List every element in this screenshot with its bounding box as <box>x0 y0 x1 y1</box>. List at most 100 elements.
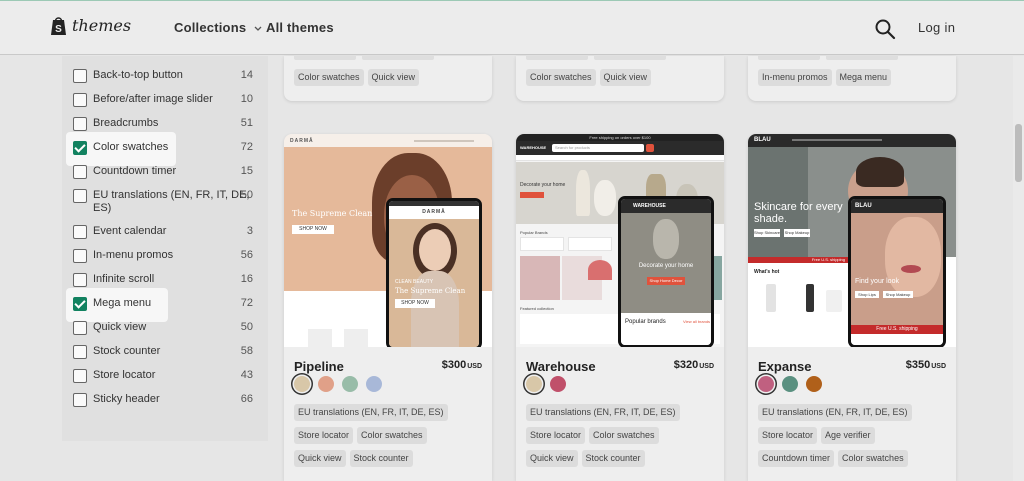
theme-price: $350USD <box>906 359 946 371</box>
product-jar <box>826 290 842 312</box>
mobile-hero: Decorate your home Shop Home Decor <box>621 213 711 313</box>
color-swatch[interactable] <box>366 376 382 392</box>
theme-price: $300USD <box>442 359 482 371</box>
filter-count: 72 <box>240 297 253 309</box>
checkbox[interactable] <box>73 69 87 83</box>
theme-name[interactable]: Pipeline <box>294 359 344 374</box>
filter-count: 66 <box>240 393 253 405</box>
filter-option[interactable]: Back-to-top button 14 <box>62 66 268 88</box>
checkbox[interactable] <box>73 345 87 359</box>
feature-tag: Age verifier <box>821 427 875 444</box>
theme-name[interactable]: Warehouse <box>526 359 596 374</box>
shopify-bag-icon: S <box>51 17 66 35</box>
checkbox[interactable] <box>73 93 87 107</box>
mobile-preview: WAREHOUSE Decorate your home Shop Home D… <box>618 196 714 347</box>
filter-option[interactable]: Before/after image slider 10 <box>62 90 268 112</box>
feature-tag: EU translations (EN, FR, IT, DE, ES) <box>526 404 680 421</box>
chevron-down-icon <box>254 26 262 31</box>
logo-text: themes <box>72 16 132 35</box>
preview-button-2: Shop Makeup <box>784 229 810 237</box>
theme-card-expanse[interactable]: BLAU Skincare for every shade. Shop Skin… <box>748 134 956 481</box>
theme-card-partial[interactable]: Color swatches Quick view <box>516 56 724 101</box>
feature-filter-sidebar: Back-to-top button 14 Before/after image s… <box>62 56 268 441</box>
page-scrollbar[interactable] <box>1013 56 1024 481</box>
filter-option[interactable]: Sticky header 66 <box>62 390 268 412</box>
mobile-brand: DARMĀ <box>422 209 446 215</box>
filter-option[interactable]: In-menu promos 56 <box>62 246 268 268</box>
color-swatch[interactable] <box>806 376 822 392</box>
mobile-hero: Find your look Shop Lips Shop Makeup <box>851 213 943 325</box>
svg-text:S: S <box>55 24 62 35</box>
color-swatch[interactable] <box>318 376 334 392</box>
preview-brand: DARMĀ <box>290 138 314 144</box>
nav-all-themes[interactable]: All themes <box>266 20 334 35</box>
preview-nav <box>414 140 474 142</box>
checkbox[interactable] <box>73 117 87 131</box>
checkbox[interactable] <box>73 189 87 203</box>
filter-option[interactable]: Store locator 43 <box>62 366 268 388</box>
theme-card-pipeline[interactable]: DARMĀ The Supreme Clean SHOP NOW DARMĀ C… <box>284 134 492 481</box>
tag-list: Quick view Stock counter <box>526 448 649 467</box>
hero-vase <box>576 170 590 216</box>
promo-tile <box>520 256 560 300</box>
checkbox[interactable] <box>73 225 87 239</box>
color-swatch[interactable] <box>526 376 542 392</box>
search-icon[interactable] <box>874 18 896 40</box>
theme-preview-image[interactable]: DARMĀ The Supreme Clean SHOP NOW DARMĀ C… <box>284 134 492 347</box>
color-swatch[interactable] <box>294 376 310 392</box>
checkbox-checked[interactable] <box>73 297 87 311</box>
filter-count: 50 <box>240 321 253 333</box>
color-swatch[interactable] <box>758 376 774 392</box>
nav-collections[interactable]: Collections <box>174 20 262 35</box>
theme-card-partial[interactable]: Color swatches Quick view <box>284 56 492 101</box>
checkbox[interactable] <box>73 369 87 383</box>
filter-count: 50 <box>240 189 253 201</box>
mobile-preview: DARMĀ CLEAN BEAUTY The Supreme Clean SHO… <box>386 198 482 347</box>
tag-list: EU translations (EN, FR, IT, DE, ES) <box>526 402 684 421</box>
checkbox[interactable] <box>73 165 87 179</box>
theme-card-warehouse[interactable]: Free shipping on orders over $100 WAREHO… <box>516 134 724 481</box>
filter-option[interactable]: Stock counter 58 <box>62 342 268 364</box>
preview-search: Search for products <box>552 144 644 152</box>
checkbox[interactable] <box>73 273 87 287</box>
mobile-model-face <box>419 229 451 271</box>
filter-option[interactable]: EU translations (EN, FR, IT, DE, ES) 50 <box>62 186 268 214</box>
filter-option[interactable]: Countdown timer 15 <box>62 162 268 184</box>
theme-card-partial[interactable]: In-menu promos Mega menu <box>748 56 956 101</box>
mobile-model-face <box>885 217 941 297</box>
feature-tag: EU translations (EN, FR, IT, DE, ES) <box>294 404 448 421</box>
filter-label: Store locator <box>93 369 156 381</box>
mobile-brand: BLAU <box>855 203 872 209</box>
filter-label: Stock counter <box>93 345 161 357</box>
theme-name[interactable]: Expanse <box>758 359 811 374</box>
tag-ghost <box>526 56 588 60</box>
checkbox[interactable] <box>73 321 87 335</box>
checkbox[interactable] <box>73 393 87 407</box>
feature-tag: Quick view <box>526 450 578 467</box>
mobile-status <box>389 201 479 206</box>
color-swatch[interactable] <box>782 376 798 392</box>
tag-list: Store locator Color swatches <box>526 425 663 444</box>
color-swatch[interactable] <box>342 376 358 392</box>
themes-logo[interactable]: S themes <box>50 15 131 36</box>
preview-section-title: Featured collection <box>520 306 554 311</box>
price-amount: $350 <box>905 359 931 371</box>
filter-option[interactable]: Event calendar 3 <box>62 222 268 244</box>
theme-preview-image[interactable]: BLAU Skincare for every shade. Shop Skin… <box>748 134 956 347</box>
filter-option[interactable]: Mega menu 72 <box>62 288 268 322</box>
feature-tag: Store locator <box>294 427 354 444</box>
tag-list: Countdown timer Color swatches <box>758 448 912 467</box>
filter-option[interactable]: Color swatches 72 <box>62 132 268 166</box>
login-link[interactable]: Log in <box>918 20 955 35</box>
color-swatch[interactable] <box>550 376 566 392</box>
checkbox[interactable] <box>73 249 87 263</box>
theme-preview-image[interactable]: Free shipping on orders over $100 WAREHO… <box>516 134 724 347</box>
filter-label: Quick view <box>93 321 147 333</box>
filter-label: Back-to-top button <box>93 69 183 81</box>
filter-option[interactable]: Quick view 50 <box>62 318 268 340</box>
tag-list: In-menu promos Mega menu <box>758 67 895 86</box>
tag-list: Store locator Age verifier <box>758 425 879 444</box>
checkbox-checked[interactable] <box>73 141 87 155</box>
scrollbar-thumb[interactable] <box>1015 124 1022 182</box>
tag-list: Store locator Color swatches <box>294 425 431 444</box>
